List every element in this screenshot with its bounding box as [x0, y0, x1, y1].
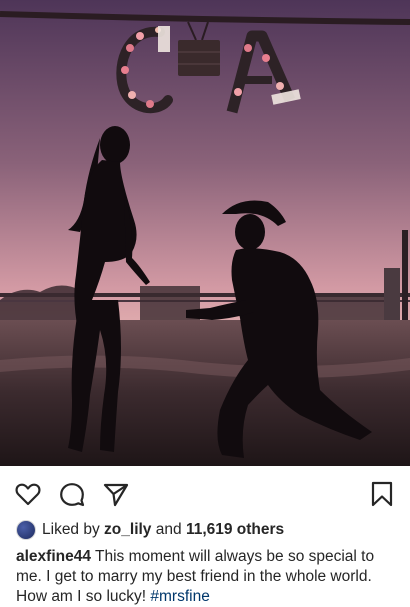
send-icon[interactable]: [102, 480, 130, 508]
proposal-silhouette-image: [0, 0, 410, 466]
post-caption: alexfine44 This moment will always be so…: [16, 547, 396, 607]
likes-count[interactable]: 11,619 others: [186, 521, 284, 539]
post-actions-bar: [0, 466, 410, 518]
likes-summary[interactable]: Liked by zo_lily and 11,619 others: [16, 518, 284, 542]
heart-icon[interactable]: [14, 480, 42, 508]
liker-avatar[interactable]: [16, 520, 36, 540]
likes-and: and: [155, 521, 182, 538]
likes-prefix: Liked by: [42, 521, 100, 538]
caption-hashtag[interactable]: #mrsfine: [150, 588, 209, 605]
comment-icon[interactable]: [58, 480, 86, 508]
caption-username[interactable]: alexfine44: [16, 548, 91, 565]
bookmark-icon[interactable]: [368, 480, 396, 508]
post-photo[interactable]: [0, 0, 410, 466]
liker-username[interactable]: zo_lily: [104, 521, 151, 539]
